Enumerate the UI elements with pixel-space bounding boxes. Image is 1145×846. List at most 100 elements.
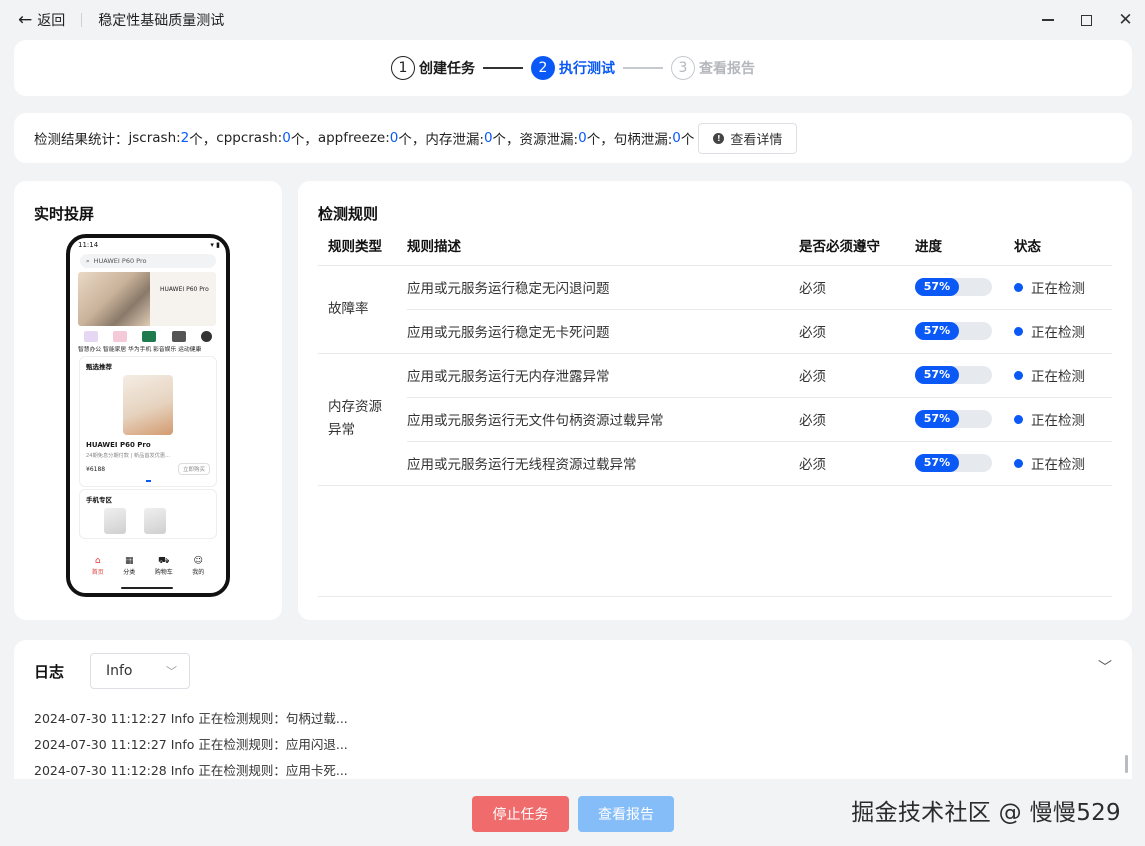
phone-section-title: 手机专区 bbox=[86, 496, 112, 504]
title-bar: ← 返回 稳定性基础质量测试 ✕ bbox=[0, 0, 1145, 40]
log-level-select[interactable]: Info ﹀ bbox=[90, 653, 190, 689]
log-title: 日志 bbox=[34, 663, 65, 681]
col-header-progress: 进度 bbox=[915, 225, 1014, 266]
collapse-log-button[interactable]: ﹀ bbox=[1098, 657, 1112, 677]
progress-label: 57% bbox=[923, 324, 951, 337]
status-cell: 正在检测 bbox=[1014, 265, 1112, 310]
phone-section-title: 甄选推荐 bbox=[86, 363, 112, 371]
step-execute-test: 2 执行测试 bbox=[531, 56, 615, 80]
phone-category-icons bbox=[76, 331, 220, 342]
phone-product-subtitle: 24期免息分期付款 | 新品首发优惠... bbox=[86, 453, 171, 459]
phone-search-text: HUAWEI P60 Pro bbox=[93, 257, 147, 265]
progress-bar: 57% bbox=[915, 278, 992, 296]
phone-mirror[interactable]: 11:14 ▾ ▮ ⌕ HUAWEI P60 Pro HUAWEI P60 Pr… bbox=[66, 234, 230, 597]
table-bottom-divider bbox=[318, 596, 1112, 597]
rule-required: 必须 bbox=[799, 309, 915, 354]
phone-product-price: ¥6188 bbox=[86, 465, 106, 473]
phone-category-labels: 智慧办公 智能家居 华为手机 影音娱乐 运动健康 bbox=[78, 347, 202, 353]
table-header-row: 规则类型 规则描述 是否必须遵守 进度 状态 bbox=[318, 225, 1112, 266]
stat-suffix: 个 bbox=[680, 132, 695, 148]
phone-search-bar: ⌕ HUAWEI P60 Pro bbox=[80, 254, 216, 268]
stat-resource-leak-value: 0 bbox=[578, 130, 587, 146]
stat-cppcrash-label: cppcrash: bbox=[216, 130, 283, 146]
phone-carousel-indicator bbox=[145, 480, 151, 482]
phone-nav-label: 分类 bbox=[123, 569, 136, 576]
progress-cell: 57% bbox=[915, 265, 1014, 310]
table-row: 内存资源 异常 应用或元服务运行无内存泄露异常 必须 57% 正在检测 bbox=[318, 353, 1112, 486]
rule-desc: 应用或元服务运行稳定无卡死问题 bbox=[407, 309, 799, 354]
stat-appfreeze-value: 0 bbox=[389, 130, 399, 146]
cart-icon: ⛟ bbox=[158, 556, 170, 566]
minimize-button[interactable] bbox=[1028, 0, 1067, 40]
stat-appfreeze-label: appfreeze: bbox=[317, 130, 390, 146]
col-header-desc: 规则描述 bbox=[407, 225, 799, 266]
rule-type-cell: 故障率 bbox=[318, 265, 407, 354]
step-label: 创建任务 bbox=[419, 61, 475, 77]
maximize-button[interactable] bbox=[1067, 0, 1106, 40]
search-icon: ⌕ bbox=[86, 256, 90, 265]
stats-prefix: 检测结果统计： bbox=[34, 132, 129, 148]
stat-jscrash-value: 2 bbox=[180, 130, 190, 146]
phone-status-bar: 11:14 ▾ ▮ bbox=[70, 238, 226, 252]
status-dot-icon bbox=[1014, 282, 1023, 292]
status-text: 正在检测 bbox=[1031, 457, 1085, 473]
status-cell: 正在检测 bbox=[1014, 353, 1112, 398]
rule-required: 必须 bbox=[799, 397, 915, 442]
arrow-left-icon: ← bbox=[18, 9, 33, 30]
status-dot-icon bbox=[1014, 458, 1023, 468]
progress-cell: 57% bbox=[915, 309, 1014, 354]
phone-product-name: HUAWEI P60 Pro bbox=[86, 441, 151, 449]
view-details-label: 查看详情 bbox=[730, 132, 783, 148]
rule-required: 必须 bbox=[799, 353, 915, 398]
phone-nav-home: ⌂ 首页 bbox=[92, 557, 104, 593]
progress-label: 57% bbox=[923, 280, 951, 293]
log-line: 2024-07-30 11:12:27 Info 正在检测规则：句柄过载... bbox=[34, 711, 348, 726]
rule-desc: 应用或元服务运行无文件句柄资源过载异常 bbox=[407, 397, 799, 442]
stepper: 1 创建任务 2 执行测试 3 查看报告 bbox=[14, 40, 1132, 96]
progress-bar: 57% bbox=[915, 366, 992, 384]
log-level-value: Info bbox=[106, 663, 133, 679]
phone-banner: HUAWEI P60 Pro bbox=[78, 272, 216, 326]
minimize-icon bbox=[1041, 19, 1054, 21]
progress-cell: 57% bbox=[915, 397, 1014, 442]
view-report-button[interactable]: 查看报告 bbox=[578, 796, 674, 832]
back-button[interactable]: ← 返回 bbox=[18, 10, 65, 30]
stop-task-button[interactable]: 停止任务 bbox=[472, 796, 569, 832]
table-row: 故障率 应用或元服务运行稳定无闪退问题 必须 57% 正在检测 bbox=[318, 265, 1112, 354]
status-text: 正在检测 bbox=[1031, 369, 1085, 385]
close-icon: ✕ bbox=[1118, 9, 1133, 30]
phone-product-thumb bbox=[104, 508, 126, 534]
progress-label: 57% bbox=[923, 368, 951, 381]
media-icon bbox=[171, 331, 186, 342]
rules-title: 检测规则 bbox=[318, 205, 379, 223]
home-icon: ⌂ bbox=[94, 556, 101, 566]
stat-handle-leak-label: 句柄泄漏: bbox=[613, 132, 673, 148]
chevron-down-icon: ﹀ bbox=[166, 665, 177, 678]
log-line: 2024-07-30 11:12:28 Info 正在检测规则：应用卡死... bbox=[34, 763, 348, 778]
phone-nav-label: 购物车 bbox=[154, 569, 173, 576]
table-row: 应用或元服务运行稳定无卡死问题 必须 57% 正在检测 bbox=[318, 309, 1112, 354]
view-details-button[interactable]: ! 查看详情 bbox=[698, 122, 798, 154]
step-number: 1 bbox=[391, 56, 415, 80]
log-scrollbar[interactable] bbox=[1125, 755, 1128, 773]
progress-label: 57% bbox=[923, 412, 951, 425]
window-controls: ✕ bbox=[1028, 0, 1145, 40]
phone-product-thumb bbox=[144, 508, 166, 534]
stat-jscrash-label: jscrash: bbox=[128, 130, 181, 146]
stat-memory-leak-value: 0 bbox=[483, 130, 493, 146]
close-button[interactable]: ✕ bbox=[1106, 0, 1145, 40]
phone-nav-label: 我的 bbox=[192, 569, 205, 576]
rule-type-line: 内存资源 bbox=[328, 399, 382, 415]
status-dot-icon bbox=[1014, 326, 1023, 336]
info-icon: ! bbox=[713, 132, 725, 144]
rule-required: 必须 bbox=[799, 265, 915, 310]
phone-phones-section: 手机专区 bbox=[80, 490, 216, 538]
status-text: 正在检测 bbox=[1031, 413, 1085, 429]
rule-required: 必须 bbox=[799, 441, 915, 486]
live-screen-panel: 实时投屏 11:14 ▾ ▮ ⌕ HUAWEI P60 Pro HUAWEI P… bbox=[14, 181, 282, 620]
rule-desc: 应用或元服务运行稳定无闪退问题 bbox=[407, 265, 799, 310]
phone-icon bbox=[142, 331, 157, 342]
stat-cppcrash-value: 0 bbox=[282, 130, 291, 146]
status-dot-icon bbox=[1014, 370, 1023, 380]
watermark: 掘金技术社区 @ 慢慢529 bbox=[851, 800, 1121, 826]
